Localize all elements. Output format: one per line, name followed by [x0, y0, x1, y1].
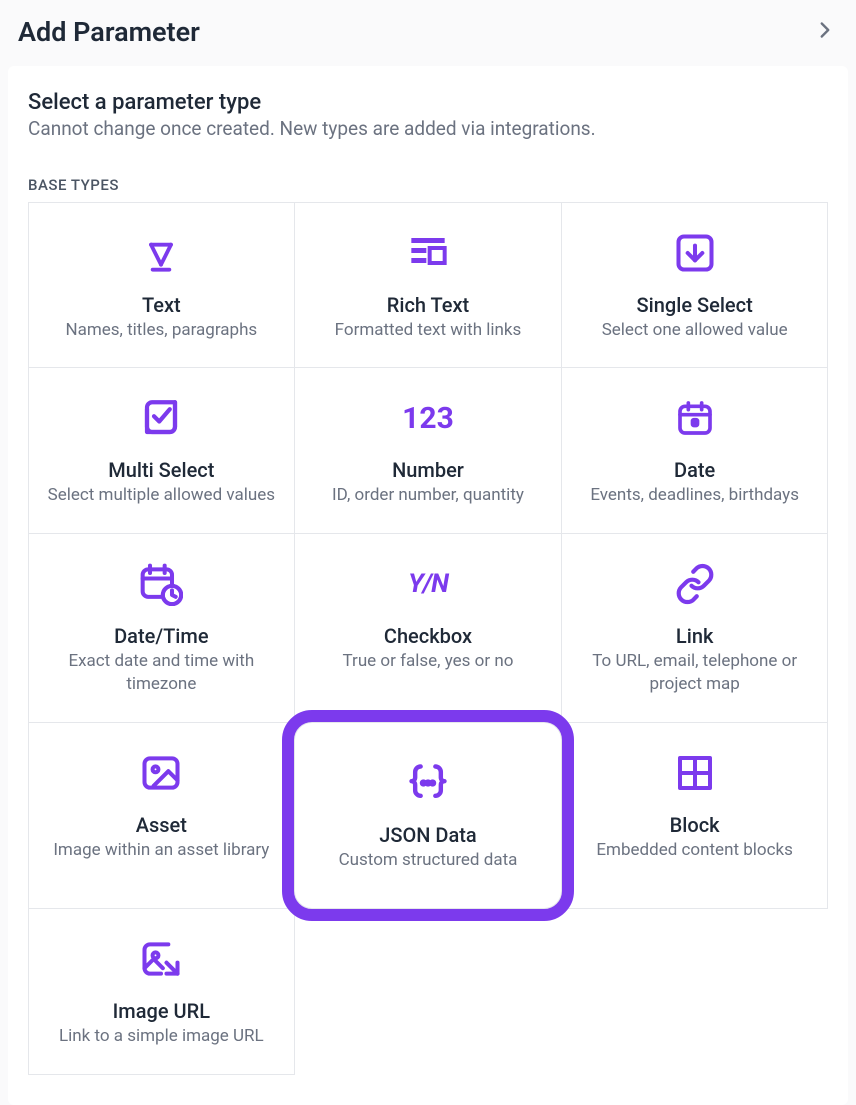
number-icon: 123 [402, 396, 454, 440]
type-desc: True or false, yes or no [343, 650, 514, 673]
type-title: Date/Time [114, 624, 208, 648]
panel-title: Select a parameter type [28, 90, 828, 115]
type-option-block[interactable]: Block Embedded content blocks [561, 722, 829, 909]
type-option-number[interactable]: 123 Number ID, order number, quantity [294, 367, 562, 534]
type-title: JSON Data [379, 823, 476, 847]
chevron-right-icon[interactable] [812, 17, 838, 47]
type-selection-panel: Select a parameter type Cannot change on… [8, 66, 848, 1105]
yn-icon: Y/N [408, 562, 448, 606]
type-option-date[interactable]: Date Events, deadlines, birthdays [561, 367, 829, 534]
type-desc: Link to a simple image URL [59, 1025, 264, 1048]
braces-icon [406, 761, 450, 805]
type-desc: To URL, email, telephone or project map [580, 650, 810, 696]
type-option-json-data[interactable]: JSON Data Custom structured data [294, 722, 562, 909]
type-option-link[interactable]: Link To URL, email, telephone or project… [561, 533, 829, 723]
type-title: Image URL [113, 999, 210, 1023]
type-title: Link [676, 624, 713, 648]
type-option-checkbox[interactable]: Y/N Checkbox True or false, yes or no [294, 533, 562, 723]
type-desc: ID, order number, quantity [332, 484, 524, 507]
type-title: Text [142, 293, 181, 317]
type-option-text[interactable]: Text Names, titles, paragraphs [28, 202, 296, 369]
link-icon [674, 562, 716, 606]
type-option-multi-select[interactable]: Multi Select Select multiple allowed val… [28, 367, 296, 534]
image-icon [139, 751, 183, 795]
type-grid: Text Names, titles, paragraphs Rich Text… [28, 202, 828, 1075]
block-icon [675, 751, 715, 795]
type-desc: Names, titles, paragraphs [65, 319, 257, 342]
rich-text-icon [408, 231, 448, 275]
type-desc: Events, deadlines, birthdays [590, 484, 799, 507]
type-desc: Select one allowed value [602, 319, 788, 342]
type-title: Number [392, 458, 464, 482]
type-title: Rich Text [387, 293, 469, 317]
type-option-image-url[interactable]: Image URL Link to a simple image URL [28, 908, 296, 1075]
type-option-datetime[interactable]: Date/Time Exact date and time with timez… [28, 533, 296, 723]
type-title: Date [674, 458, 715, 482]
calendar-clock-icon [139, 562, 183, 606]
single-select-icon [673, 231, 717, 275]
text-icon [141, 231, 181, 275]
type-desc: Custom structured data [339, 849, 518, 872]
type-desc: Select multiple allowed values [48, 484, 275, 507]
page-header: Add Parameter [0, 0, 856, 66]
type-desc: Image within an asset library [53, 839, 269, 862]
type-title: Multi Select [108, 458, 214, 482]
type-option-asset[interactable]: Asset Image within an asset library [28, 722, 296, 909]
panel-description: Cannot change once created. New types ar… [28, 117, 828, 140]
calendar-icon [675, 396, 715, 440]
type-desc: Embedded content blocks [596, 839, 793, 862]
multi-select-icon [140, 396, 182, 440]
type-option-rich-text[interactable]: Rich Text Formatted text with links [294, 202, 562, 369]
section-label-base-types: BASE TYPES [28, 176, 828, 194]
type-title: Asset [136, 813, 187, 837]
image-share-icon [139, 937, 183, 981]
type-option-single-select[interactable]: Single Select Select one allowed value [561, 202, 829, 369]
page-title: Add Parameter [18, 16, 200, 48]
type-desc: Exact date and time with timezone [46, 650, 276, 696]
type-desc: Formatted text with links [335, 319, 522, 342]
type-title: Single Select [637, 293, 753, 317]
type-title: Block [670, 813, 720, 837]
type-title: Checkbox [384, 624, 472, 648]
